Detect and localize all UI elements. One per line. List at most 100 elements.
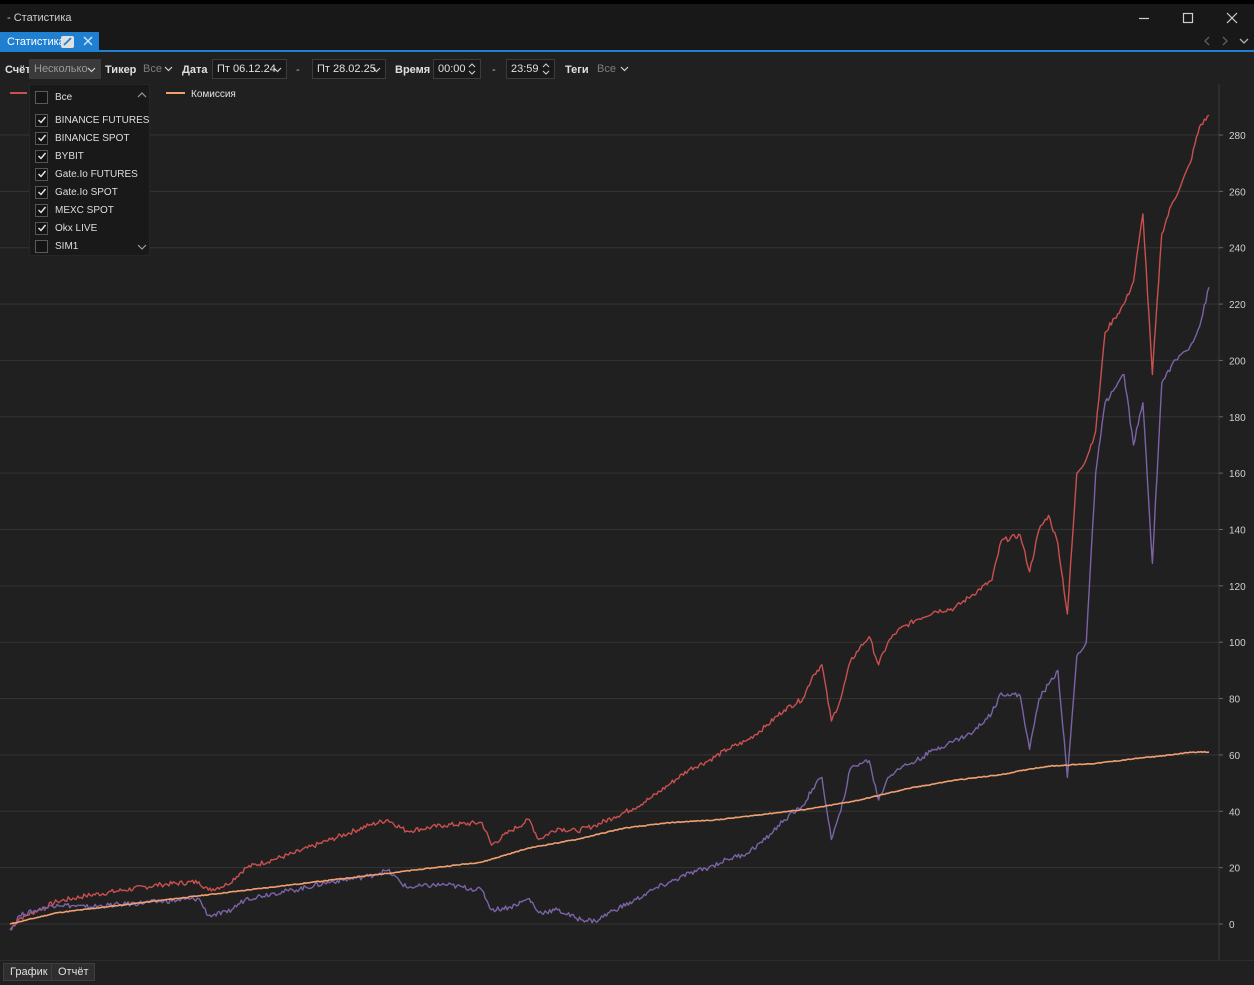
- dropdown-item[interactable]: Gate.Io SPOT: [35, 184, 118, 200]
- dropdown-item[interactable]: SIM1: [35, 238, 78, 254]
- ticker-label: Тикер: [105, 64, 137, 76]
- chevron-down-icon: [164, 66, 173, 72]
- dropdown-item[interactable]: Gate.Io FUTURES: [35, 166, 138, 182]
- series-line-3: [9, 750, 1210, 925]
- y-tick-label: 100: [1229, 638, 1246, 649]
- dropdown-item-label: BYBIT: [55, 150, 84, 162]
- title-bar: - Статистика: [0, 4, 1254, 32]
- dropdown-item[interactable]: BINANCE SPOT: [35, 130, 129, 146]
- date-to-value: Пт 28.02.25: [317, 63, 376, 75]
- checkbox[interactable]: [35, 221, 48, 235]
- time-to-value: 23:59: [511, 63, 539, 75]
- legend-label-commission: Комиссия: [191, 89, 236, 100]
- checkbox[interactable]: [35, 239, 48, 253]
- time-from-value: 00:00: [438, 63, 466, 75]
- edit-icon[interactable]: [61, 36, 74, 48]
- check-icon: [37, 170, 46, 178]
- minimize-icon[interactable]: [1136, 10, 1152, 26]
- scroll-right-icon[interactable]: [1220, 34, 1230, 51]
- check-icon: [37, 116, 46, 124]
- dropdown-item-label: Gate.Io SPOT: [55, 186, 118, 198]
- close-window-icon[interactable]: [1224, 10, 1240, 26]
- checkbox[interactable]: [35, 167, 48, 181]
- y-tick-label: 160: [1229, 469, 1246, 480]
- y-tick-label: 80: [1229, 695, 1241, 706]
- dropdown-item-label: SIM1: [55, 240, 79, 252]
- y-tick-label: 180: [1229, 413, 1246, 424]
- account-label: Счёт: [5, 64, 31, 76]
- checkbox[interactable]: [35, 149, 48, 163]
- dropdown-item-label: Okx LIVE: [55, 222, 98, 234]
- chart-series: [9, 114, 1210, 931]
- date-from-picker[interactable]: Пт 06.12.24: [212, 59, 287, 79]
- checkbox[interactable]: [35, 113, 48, 127]
- date-label: Дата: [182, 64, 208, 76]
- y-tick-label: 220: [1229, 300, 1246, 311]
- maximize-icon[interactable]: [1180, 10, 1196, 26]
- check-icon: [37, 188, 46, 196]
- y-tick-label: 200: [1229, 356, 1246, 367]
- close-tab-icon[interactable]: [82, 35, 94, 47]
- bottom-tab-bar: График Отчёт: [0, 960, 1254, 985]
- stepper-icon[interactable]: [542, 62, 550, 76]
- equity-chart[interactable]: 020406080100120140160180200220240260280 …: [0, 84, 1254, 960]
- time-label: Время: [395, 64, 431, 76]
- account-select[interactable]: Несколько: [29, 59, 101, 79]
- ticker-value: Все: [143, 63, 162, 75]
- tags-label: Теги: [565, 64, 589, 76]
- checkbox[interactable]: [35, 131, 48, 145]
- account-value: Несколько: [34, 63, 88, 75]
- checkbox[interactable]: [35, 90, 48, 104]
- dropdown-item[interactable]: BINANCE FUTURES: [35, 112, 149, 128]
- y-tick-label: 120: [1229, 582, 1246, 593]
- chart-area[interactable]: 0 20 40 60 80 100 120 140 160 180 200 220 240 260 280 …: [0, 84, 1254, 960]
- filter-toolbar: Счёт Несколько Тикер Все Дата Пт 06.12.2…: [0, 54, 1254, 84]
- chevron-down-icon: [273, 67, 282, 73]
- scroll-left-icon[interactable]: [1202, 34, 1212, 51]
- tab-bar: Статистика: [0, 32, 1254, 52]
- time-to-spinner[interactable]: 23:59: [506, 59, 555, 79]
- y-axis-ticks: 0 20 40 60 80 100 120 140 160 180 200 220 240 260 280: [1219, 131, 1246, 931]
- time-from-spinner[interactable]: 00:00: [433, 59, 481, 79]
- checkbox[interactable]: [35, 203, 48, 217]
- date-to-picker[interactable]: Пт 28.02.25: [312, 59, 386, 79]
- check-icon: [37, 206, 46, 214]
- tab-chart[interactable]: График: [3, 963, 55, 981]
- y-tick-label: 280: [1229, 131, 1246, 142]
- dropdown-item-label: Все: [55, 91, 73, 103]
- tab-statistics[interactable]: Статистика: [0, 32, 99, 52]
- chevron-down-icon[interactable]: [137, 243, 147, 251]
- account-dropdown[interactable]: Все BINANCE FUTURES BINANCE SPOT BYBIT Gate.…: [29, 84, 150, 256]
- y-tick-label: 40: [1229, 807, 1241, 818]
- check-icon: [37, 134, 46, 142]
- dropdown-item[interactable]: BYBIT: [35, 148, 84, 164]
- dropdown-item-label: Gate.Io FUTURES: [55, 168, 138, 180]
- time-separator: -: [492, 64, 496, 76]
- y-tick-label: 240: [1229, 244, 1246, 255]
- tags-value: Все: [597, 63, 616, 75]
- dropdown-item[interactable]: Okx LIVE: [35, 220, 97, 236]
- window-title: - Статистика: [7, 12, 72, 24]
- chevron-up-icon[interactable]: [137, 91, 147, 99]
- dropdown-item[interactable]: MEXC SPOT: [35, 202, 114, 218]
- date-from-value: Пт 06.12.24: [217, 63, 276, 75]
- tab-report[interactable]: Отчёт: [51, 963, 96, 981]
- stepper-icon[interactable]: [468, 62, 476, 76]
- dropdown-item[interactable]: Все: [35, 89, 72, 105]
- y-tick-label: 260: [1229, 187, 1246, 198]
- ticker-select[interactable]: Все: [139, 59, 177, 79]
- chevron-down-icon[interactable]: [1238, 34, 1250, 51]
- checkbox[interactable]: [35, 185, 48, 199]
- tab-label: Статистика: [7, 36, 65, 48]
- tags-select[interactable]: Все: [593, 59, 633, 79]
- check-icon: [37, 224, 46, 232]
- chevron-down-icon: [87, 67, 96, 73]
- y-tick-label: 60: [1229, 751, 1241, 762]
- series-line-2: [9, 286, 1210, 931]
- y-tick-label: 20: [1229, 864, 1241, 875]
- dropdown-item-label: BINANCE SPOT: [55, 132, 130, 144]
- dropdown-item-label: MEXC SPOT: [55, 204, 114, 216]
- dropdown-item-label: BINANCE FUTURES: [55, 114, 150, 126]
- check-icon: [37, 152, 46, 160]
- chevron-down-icon: [620, 66, 629, 72]
